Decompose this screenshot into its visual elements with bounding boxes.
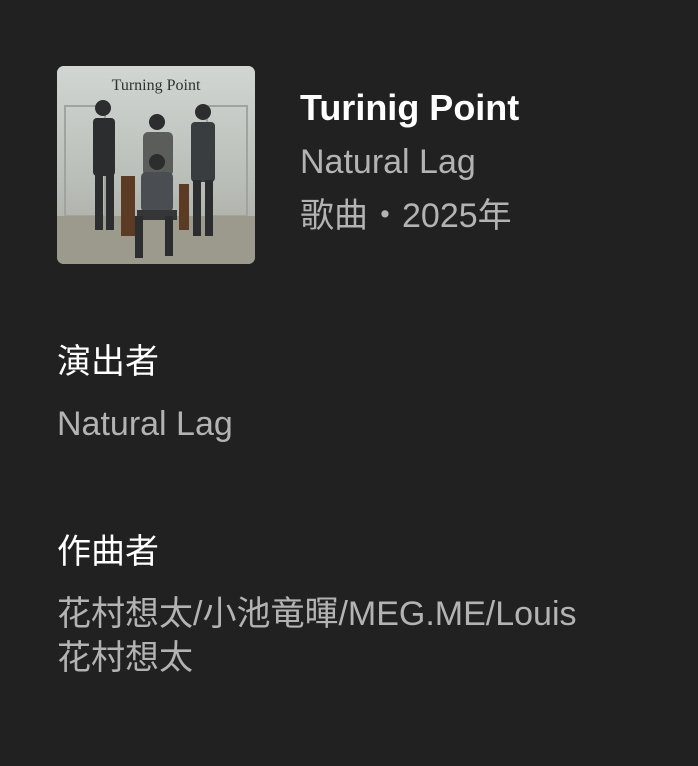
song-type-year: 歌曲・2025年 [300,197,512,235]
composer-line: 花村想太 [57,639,193,677]
performer-value: Natural Lag [57,402,677,446]
composer-value: 花村想太/小池竜暉/MEG.ME/Louis 花村想太 [57,592,677,680]
song-meta: Turinig Point Natural Lag 歌曲・2025年 [300,86,680,238]
composer-section: 作曲者 花村想太/小池竜暉/MEG.ME/Louis 花村想太 [57,530,677,680]
song-title: Turinig Point [300,87,520,128]
album-cover-art: Turning Point [57,66,255,264]
performer-section: 演出者 Natural Lag [57,340,677,446]
composer-label: 作曲者 [57,533,159,571]
composer-line: 花村想太/小池竜暉/MEG.ME/Louis [57,595,577,633]
album-cover-image: Turning Point [57,66,255,264]
artist-name[interactable]: Natural Lag [300,140,680,184]
performer-name: Natural Lag [57,405,233,443]
song-header: Turning Point Turinig Point Natural Lag … [57,66,677,264]
cover-title-text: Turning Point [112,77,201,94]
performer-label: 演出者 [57,343,159,381]
